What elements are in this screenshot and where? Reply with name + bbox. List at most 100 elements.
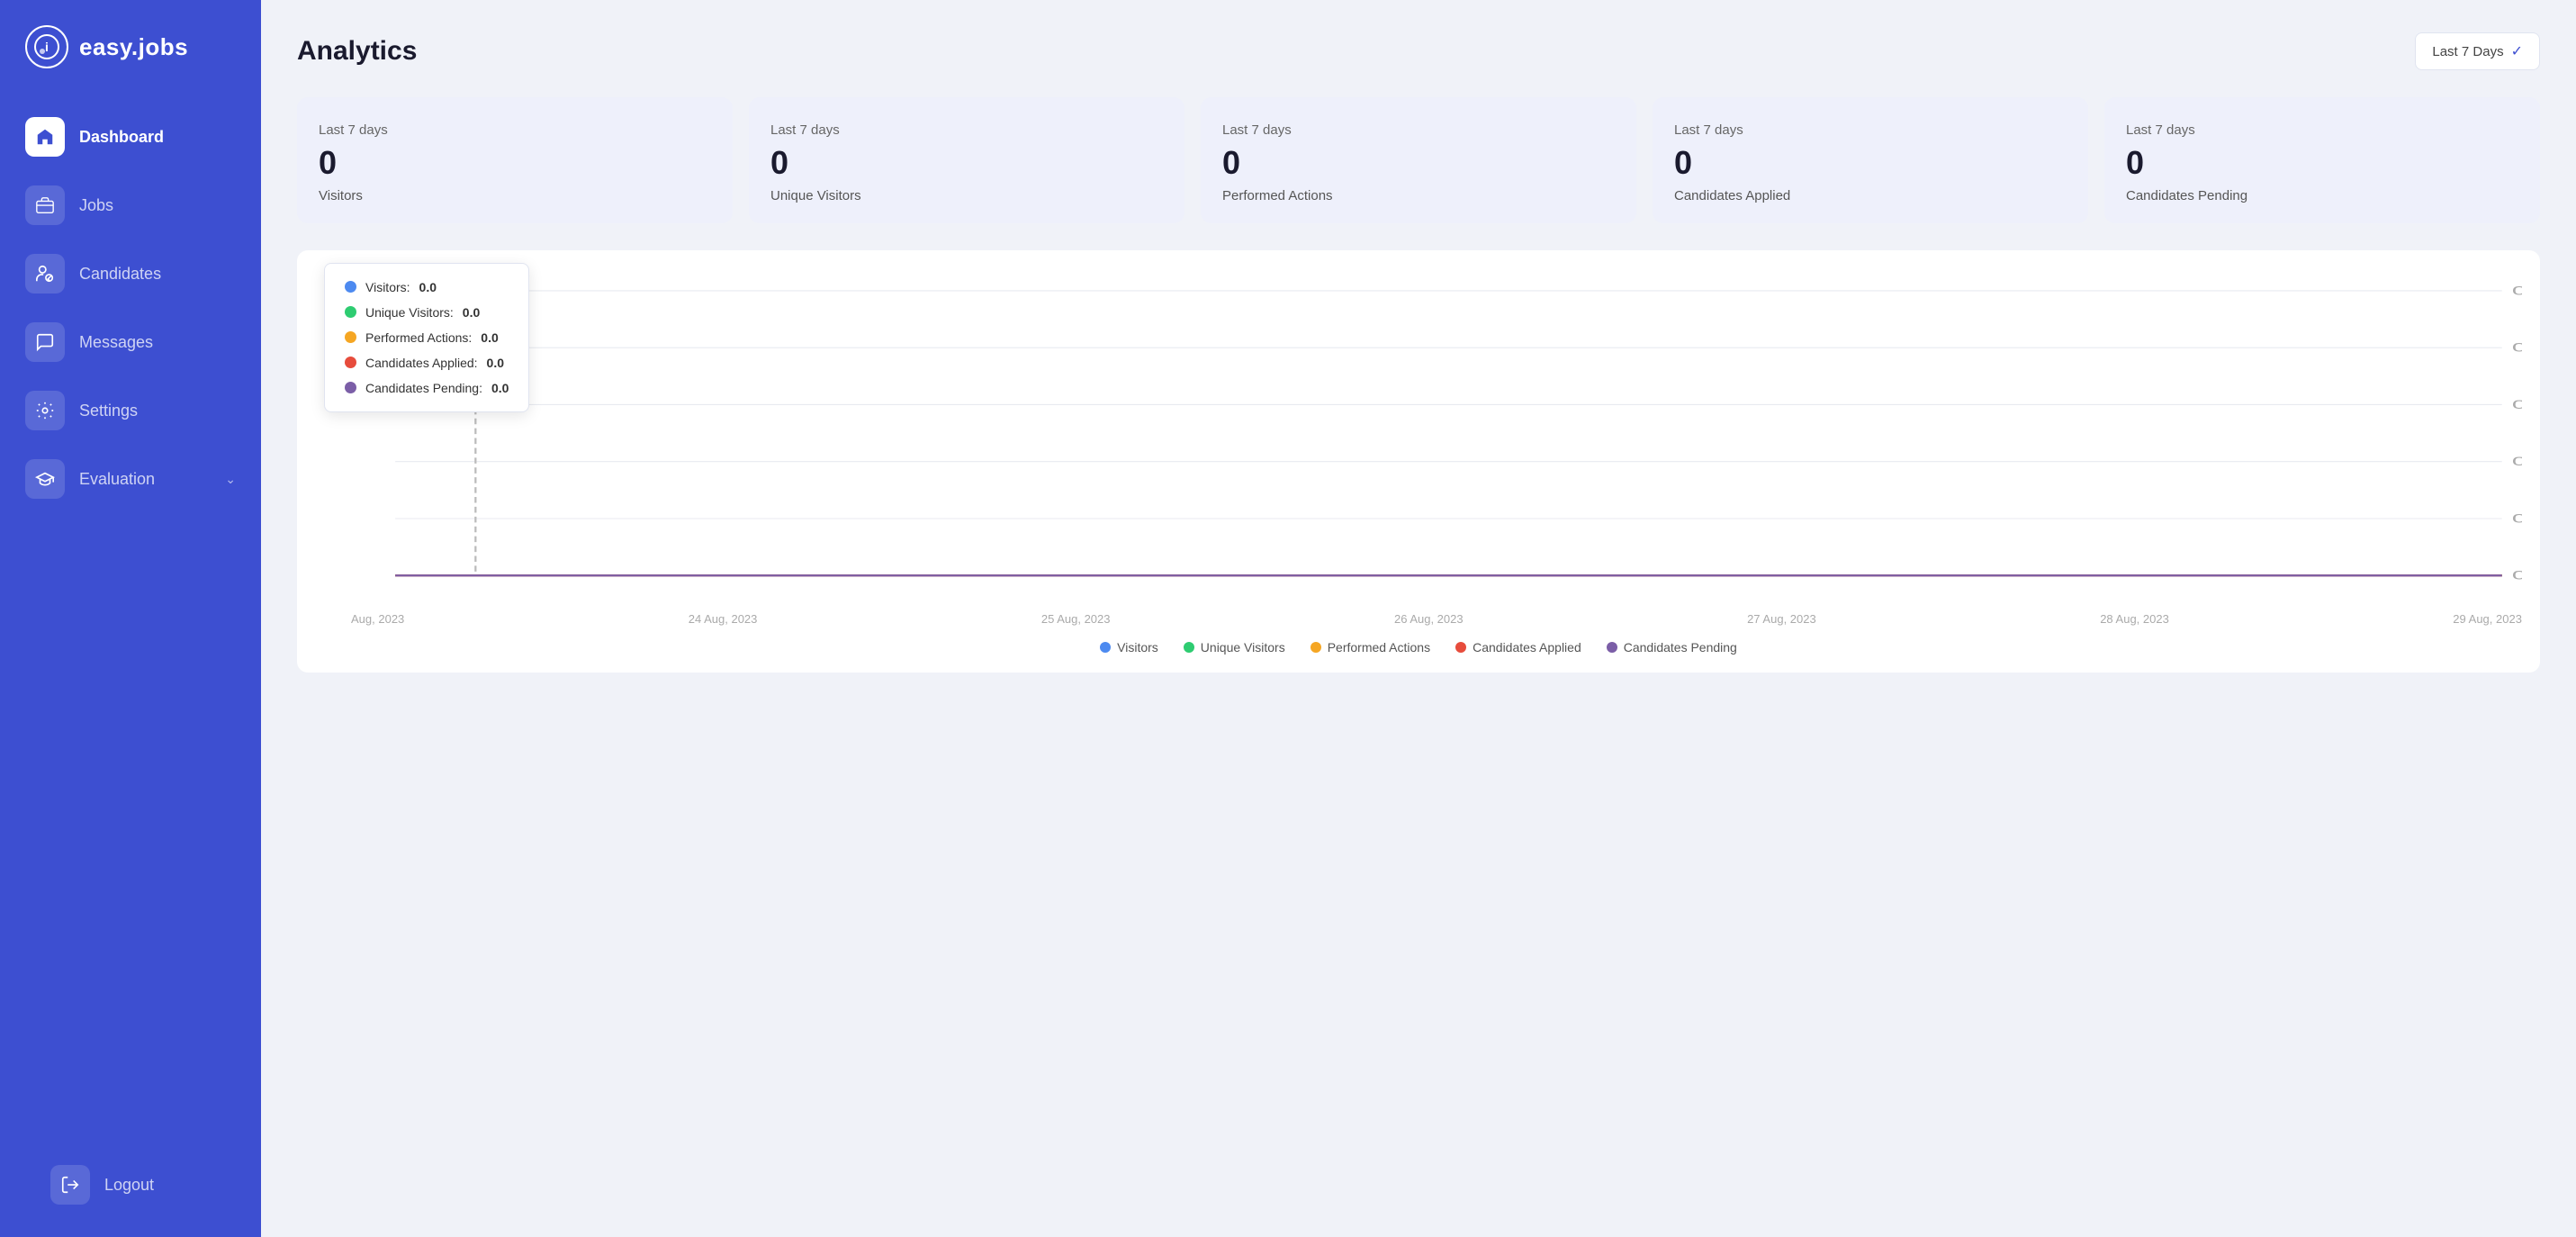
- x-label-0: Aug, 2023: [351, 612, 404, 626]
- tooltip-row-actions: Performed Actions: 0.0: [345, 330, 509, 345]
- tooltip-value-applied: 0.0: [487, 356, 504, 370]
- sidebar: i easy.jobs Dashboard Jobs Candidates: [0, 0, 261, 1237]
- stat-value-applied: 0: [1674, 145, 2067, 181]
- stat-label-unique: Unique Visitors: [770, 188, 1163, 203]
- tooltip-dot-applied: [345, 357, 356, 368]
- stat-card-candidates-pending: Last 7 days 0 Candidates Pending: [2104, 97, 2540, 223]
- chevron-down-icon: ⌄: [225, 472, 236, 487]
- tooltip-value-pending: 0.0: [491, 381, 509, 395]
- legend-label-pending: Candidates Pending: [1624, 640, 1737, 655]
- tooltip-label-unique: Unique Visitors:: [365, 305, 454, 320]
- sidebar-item-label-jobs: Jobs: [79, 196, 236, 215]
- sidebar-item-jobs[interactable]: Jobs: [0, 171, 261, 239]
- sidebar-item-candidates[interactable]: Candidates: [0, 239, 261, 308]
- logout-label: Logout: [104, 1176, 211, 1195]
- svg-text:0.0: 0.0: [2512, 339, 2522, 354]
- stat-period-visitors: Last 7 days: [319, 122, 711, 138]
- x-label-5: 28 Aug, 2023: [2100, 612, 2169, 626]
- tooltip-row-visitors: Visitors: 0.0: [345, 280, 509, 294]
- x-label-4: 27 Aug, 2023: [1747, 612, 1816, 626]
- logo-icon: i: [25, 25, 68, 68]
- svg-text:0.0: 0.0: [2512, 510, 2522, 525]
- tooltip-row-pending: Candidates Pending: 0.0: [345, 381, 509, 395]
- stat-label-applied: Candidates Applied: [1674, 188, 2067, 203]
- stat-card-candidates-applied: Last 7 days 0 Candidates Applied: [1653, 97, 2088, 223]
- chart-svg-area[interactable]: 0.0 0.0 0.0 0.0 0.0 0.0: [315, 281, 2522, 605]
- stat-label-pending: Candidates Pending: [2126, 188, 2518, 203]
- svg-text:i: i: [45, 40, 49, 54]
- x-label-1: 24 Aug, 2023: [689, 612, 758, 626]
- checkmark-icon: ✓: [2511, 42, 2523, 60]
- analytics-header: Analytics Last 7 Days ✓: [297, 32, 2540, 70]
- stat-label-actions: Performed Actions: [1222, 188, 1615, 203]
- sidebar-item-label-messages: Messages: [79, 333, 236, 352]
- sidebar-item-label-dashboard: Dashboard: [79, 128, 236, 147]
- page-title: Analytics: [297, 36, 417, 67]
- stat-value-unique: 0: [770, 145, 1163, 181]
- sidebar-item-label-evaluation: Evaluation: [79, 470, 211, 489]
- tooltip-value-visitors: 0.0: [419, 280, 437, 294]
- date-filter-button[interactable]: Last 7 Days ✓: [2415, 32, 2540, 70]
- stat-period-pending: Last 7 days: [2126, 122, 2518, 138]
- tooltip-label-pending: Candidates Pending:: [365, 381, 482, 395]
- stat-value-pending: 0: [2126, 145, 2518, 181]
- nav-icon-box-logout: [50, 1165, 90, 1205]
- legend-label-visitors: Visitors: [1117, 640, 1158, 655]
- legend-dot-actions: [1311, 642, 1321, 653]
- legend-label-actions: Performed Actions: [1328, 640, 1430, 655]
- sidebar-item-messages[interactable]: Messages: [0, 308, 261, 376]
- sidebar-logo: i easy.jobs: [0, 0, 261, 94]
- app-name: easy.jobs: [79, 33, 188, 61]
- nav-icon-box-dashboard: [25, 117, 65, 157]
- svg-text:0.0: 0.0: [2512, 396, 2522, 411]
- tooltip-row-applied: Candidates Applied: 0.0: [345, 356, 509, 370]
- legend-item-actions: Performed Actions: [1311, 640, 1430, 655]
- sidebar-item-dashboard[interactable]: Dashboard: [0, 103, 261, 171]
- stat-value-actions: 0: [1222, 145, 1615, 181]
- logout-button[interactable]: Logout: [25, 1151, 236, 1219]
- tooltip-row-unique: Unique Visitors: 0.0: [345, 305, 509, 320]
- sidebar-logout: Logout: [0, 1133, 261, 1237]
- tooltip-dot-visitors: [345, 281, 356, 293]
- legend-dot-visitors: [1100, 642, 1111, 653]
- legend-item-unique: Unique Visitors: [1184, 640, 1285, 655]
- legend-label-unique: Unique Visitors: [1201, 640, 1285, 655]
- stats-row: Last 7 days 0 Visitors Last 7 days 0 Uni…: [297, 97, 2540, 223]
- tooltip-value-actions: 0.0: [481, 330, 498, 345]
- legend-dot-unique: [1184, 642, 1194, 653]
- date-filter-label: Last 7 Days: [2432, 44, 2503, 59]
- sidebar-item-label-settings: Settings: [79, 402, 236, 420]
- stat-period-actions: Last 7 days: [1222, 122, 1615, 138]
- tooltip-dot-pending: [345, 382, 356, 393]
- sidebar-item-label-candidates: Candidates: [79, 265, 236, 284]
- nav-icon-box-settings: [25, 391, 65, 430]
- legend-dot-applied: [1455, 642, 1466, 653]
- stat-period-unique: Last 7 days: [770, 122, 1163, 138]
- legend-item-pending: Candidates Pending: [1607, 640, 1737, 655]
- sidebar-item-settings[interactable]: Settings: [0, 376, 261, 445]
- stat-value-visitors: 0: [319, 145, 711, 181]
- chart-legend: Visitors Unique Visitors Performed Actio…: [315, 640, 2522, 655]
- chart-container: Visitors: 0.0 Unique Visitors: 0.0 Perfo…: [297, 250, 2540, 673]
- stat-period-applied: Last 7 days: [1674, 122, 2067, 138]
- legend-item-visitors: Visitors: [1100, 640, 1158, 655]
- stat-card-unique-visitors: Last 7 days 0 Unique Visitors: [749, 97, 1184, 223]
- legend-label-applied: Candidates Applied: [1473, 640, 1581, 655]
- tooltip-dot-actions: [345, 331, 356, 343]
- x-label-3: 26 Aug, 2023: [1394, 612, 1464, 626]
- nav-icon-box-messages: [25, 322, 65, 362]
- stat-card-performed-actions: Last 7 days 0 Performed Actions: [1201, 97, 1636, 223]
- tooltip-dot-unique: [345, 306, 356, 318]
- tooltip-label-visitors: Visitors:: [365, 280, 410, 294]
- tooltip-label-applied: Candidates Applied:: [365, 356, 478, 370]
- legend-dot-pending: [1607, 642, 1617, 653]
- x-label-2: 25 Aug, 2023: [1041, 612, 1111, 626]
- nav-icon-box-evaluation: [25, 459, 65, 499]
- stat-card-visitors: Last 7 days 0 Visitors: [297, 97, 733, 223]
- stat-label-visitors: Visitors: [319, 188, 711, 203]
- sidebar-nav: Dashboard Jobs Candidates Messages: [0, 94, 261, 1133]
- sidebar-item-evaluation[interactable]: Evaluation ⌄: [0, 445, 261, 513]
- tooltip-value-unique: 0.0: [463, 305, 480, 320]
- svg-text:0.0: 0.0: [2512, 454, 2522, 468]
- chart-x-labels: Aug, 2023 24 Aug, 2023 25 Aug, 2023 26 A…: [315, 605, 2522, 626]
